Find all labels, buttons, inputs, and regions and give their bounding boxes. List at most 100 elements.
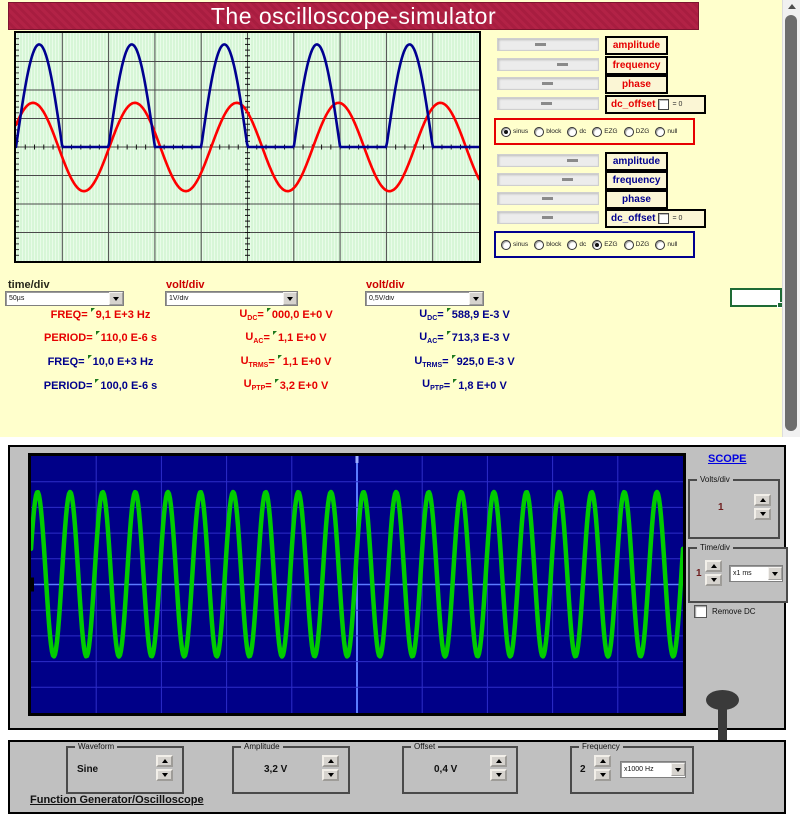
radio-circle-icon[interactable] — [501, 240, 511, 250]
probe-knob-top — [706, 690, 739, 710]
radio-circle-icon[interactable] — [592, 240, 602, 250]
spin-down-icon[interactable] — [156, 769, 173, 781]
dc_offset-button[interactable]: dc_offset= 0 — [605, 95, 706, 114]
readout-value: 1,1 E+0 V — [283, 356, 332, 368]
radio-circle-icon[interactable] — [624, 240, 634, 250]
excel-marker-icon — [88, 355, 92, 359]
radio-circle-icon[interactable] — [567, 127, 577, 137]
radio-DZG[interactable]: DZG — [624, 127, 650, 137]
scope-link[interactable]: SCOPE — [708, 453, 747, 465]
spin-up-icon[interactable] — [754, 494, 771, 506]
radio-label: sinus — [513, 241, 528, 248]
time-div-unit-select[interactable]: x1 ms — [729, 565, 783, 582]
amplitude-slider[interactable] — [497, 154, 599, 167]
offset-spinner[interactable] — [490, 755, 507, 781]
slider-thumb[interactable] — [535, 43, 546, 46]
radio-dc[interactable]: dc — [567, 240, 586, 250]
waveform-spinner[interactable] — [156, 755, 173, 781]
spin-down-icon[interactable] — [594, 769, 611, 781]
frequency-button[interactable]: frequency — [605, 171, 668, 190]
phase-slider[interactable] — [497, 192, 599, 205]
radio-EZG[interactable]: EZG — [592, 240, 617, 250]
amplitude-spinner[interactable] — [322, 755, 339, 781]
dc_offset-button[interactable]: dc_offset= 0 — [605, 209, 706, 228]
excel-marker-icon — [453, 379, 457, 383]
slider-thumb[interactable] — [567, 159, 578, 162]
readout-label: UPTP — [244, 378, 266, 392]
slider-thumb[interactable] — [542, 197, 553, 200]
radio-DZG[interactable]: DZG — [624, 240, 650, 250]
radio-circle-icon[interactable] — [592, 127, 602, 137]
amplitude-button[interactable]: amplitude — [605, 152, 668, 171]
slider-thumb[interactable] — [557, 63, 568, 66]
scrollbar-thumb[interactable] — [785, 15, 797, 431]
phase-slider[interactable] — [497, 77, 599, 90]
readout-value: 925,0 E-3 V — [457, 356, 515, 368]
radio-circle-icon[interactable] — [534, 127, 544, 137]
excel-marker-icon — [275, 379, 279, 383]
scroll-up-icon[interactable] — [783, 0, 800, 13]
readout-label: UAC — [245, 331, 263, 345]
function-generator-panel: Waveform Sine Amplitude 3,2 V Offset 0,4… — [8, 740, 786, 814]
readout-label: UDC — [239, 308, 257, 322]
time-div-label: time/div — [8, 279, 50, 291]
dc_offset-slider[interactable] — [497, 97, 599, 110]
spin-down-icon[interactable] — [322, 769, 339, 781]
dc-zero-checkbox[interactable] — [658, 213, 669, 224]
radio-circle-icon[interactable] — [655, 127, 665, 137]
radio-sinus[interactable]: sinus — [501, 127, 528, 137]
frequency-spinner[interactable] — [594, 755, 611, 781]
oscilloscope-panel: SCOPE Volts/div 1 Time/div 1 x1 ms Remov… — [8, 445, 786, 730]
radio-label: DZG — [636, 128, 650, 135]
spin-up-icon[interactable] — [322, 755, 339, 767]
spin-up-icon[interactable] — [156, 755, 173, 767]
radio-block[interactable]: block — [534, 240, 561, 250]
radio-sinus[interactable]: sinus — [501, 240, 528, 250]
spin-up-icon[interactable] — [705, 560, 722, 572]
frequency-slider[interactable] — [497, 58, 599, 71]
slider-thumb[interactable] — [542, 82, 553, 85]
radio-null[interactable]: null — [655, 127, 677, 137]
spin-down-icon[interactable] — [705, 574, 722, 586]
frequency-group: Frequency 2 x1000 Hz — [570, 746, 694, 794]
volts-div-group-label: Volts/div — [697, 475, 733, 484]
spin-down-icon[interactable] — [754, 508, 771, 520]
radio-dc[interactable]: dc — [567, 127, 586, 137]
slider-thumb[interactable] — [562, 178, 573, 181]
spin-down-icon[interactable] — [490, 769, 507, 781]
radio-circle-icon[interactable] — [567, 240, 577, 250]
dropdown-arrow-icon[interactable] — [768, 567, 782, 580]
radio-block[interactable]: block — [534, 127, 561, 137]
spin-up-icon[interactable] — [594, 755, 611, 767]
radio-circle-icon[interactable] — [534, 240, 544, 250]
radio-null[interactable]: null — [655, 240, 677, 250]
volts-div-spinner[interactable] — [754, 494, 771, 520]
dc_offset-slider[interactable] — [497, 211, 599, 224]
dropdown-arrow-icon[interactable] — [671, 763, 685, 776]
oscilloscope-simulator-sheet: The oscilloscope-simulator amplitudefreq… — [0, 0, 800, 437]
radio-circle-icon[interactable] — [501, 127, 511, 137]
radio-circle-icon[interactable] — [655, 240, 665, 250]
radio-circle-icon[interactable] — [624, 127, 634, 137]
phase-button[interactable]: phase — [605, 75, 668, 94]
spin-up-icon[interactable] — [490, 755, 507, 767]
slider-thumb[interactable] — [542, 216, 553, 219]
generator-1-waveform-radiogroup: sinus blockdc EZG DZG null — [494, 118, 695, 145]
amplitude-slider[interactable] — [497, 38, 599, 51]
vertical-scrollbar[interactable] — [782, 0, 800, 437]
frequency-slider[interactable] — [497, 173, 599, 186]
frequency-button[interactable]: frequency — [605, 56, 668, 75]
volts-div-value: 1 — [718, 502, 724, 513]
slider-thumb[interactable] — [541, 102, 552, 105]
amplitude-button[interactable]: amplitude — [605, 36, 668, 55]
remove-dc-checkbox[interactable] — [694, 605, 707, 618]
frequency-unit-select[interactable]: x1000 Hz — [620, 761, 686, 778]
radio-label: null — [667, 241, 677, 248]
radio-EZG[interactable]: EZG — [592, 127, 617, 137]
excel-marker-icon — [278, 355, 282, 359]
phase-button[interactable]: phase — [605, 190, 668, 209]
time-div-spinner[interactable] — [705, 560, 722, 586]
radio-label: block — [546, 241, 561, 248]
dc-zero-checkbox[interactable] — [658, 99, 669, 110]
excel-selected-cell[interactable] — [730, 288, 782, 307]
